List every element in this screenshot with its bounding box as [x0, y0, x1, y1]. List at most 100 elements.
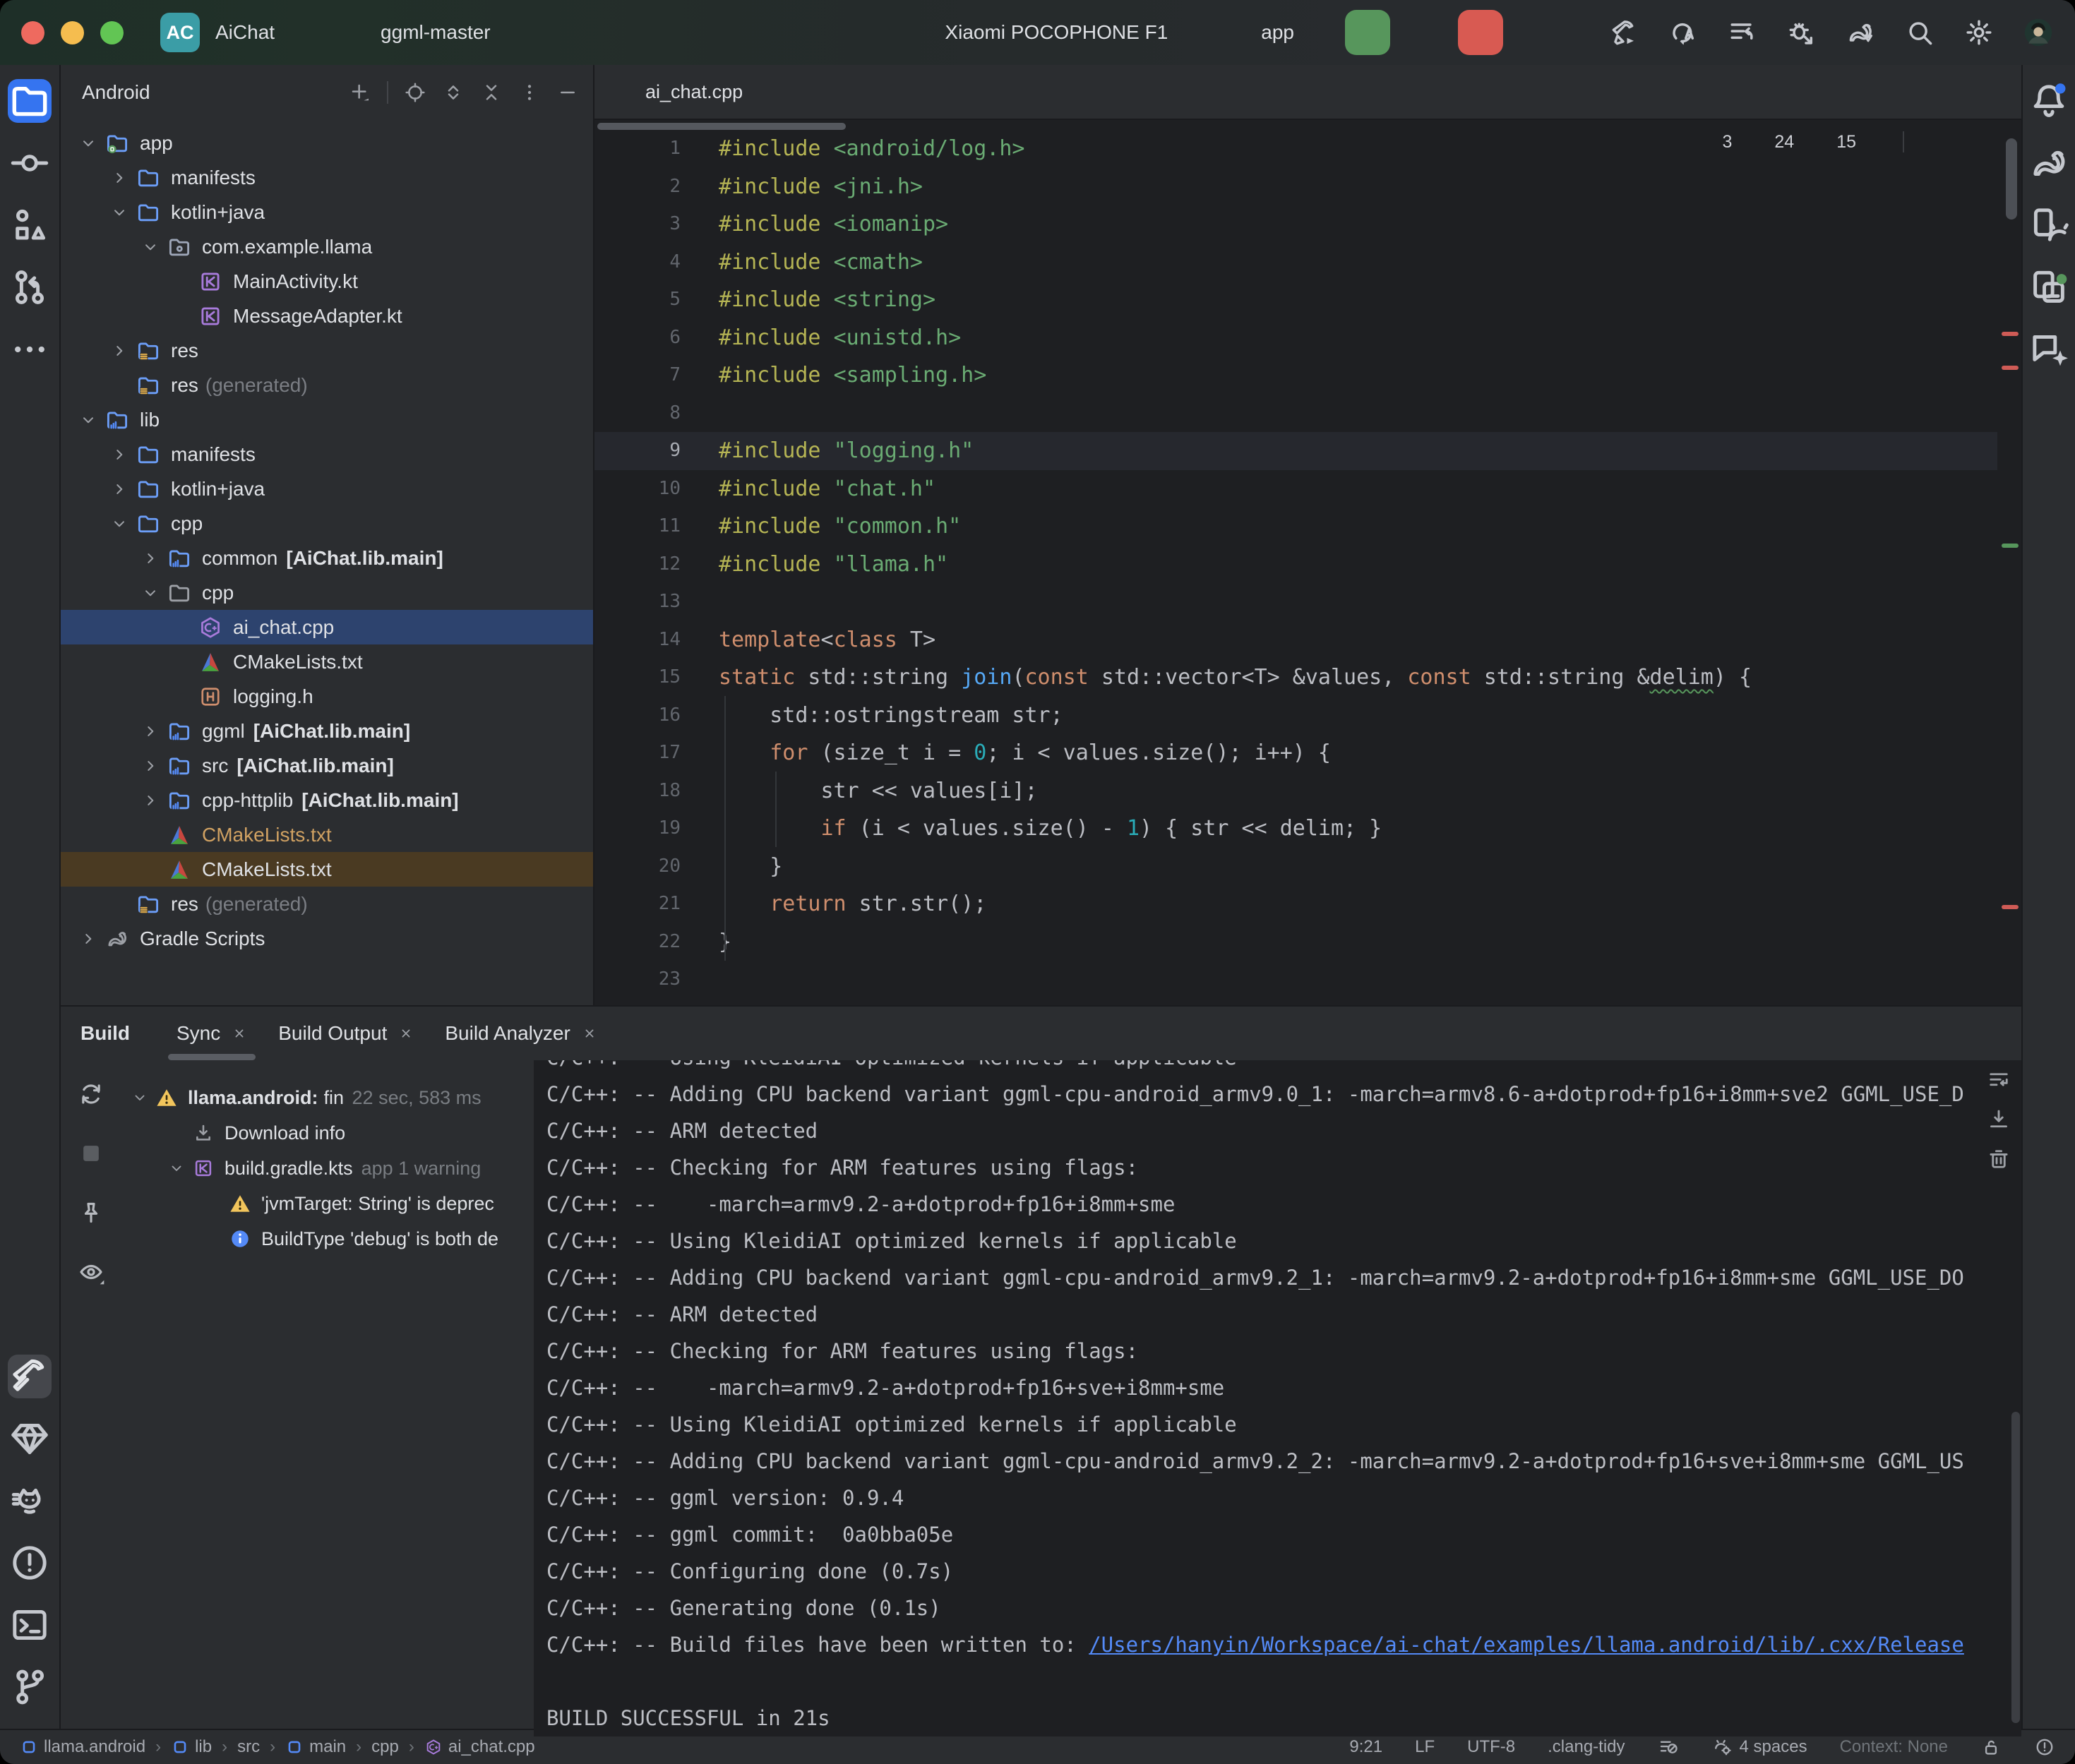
chevron-right-icon[interactable] [136, 791, 165, 810]
app-insights-tool-button[interactable] [8, 1417, 52, 1460]
tree-item-res[interactable]: res(generated) [61, 887, 593, 921]
status-widget[interactable] [1658, 1736, 1679, 1758]
chevron-down-icon[interactable] [104, 515, 134, 533]
build-run-button[interactable] [1608, 17, 1639, 48]
tree-item-kotlin-java[interactable]: kotlin+java [61, 195, 593, 229]
tree-item-cmakelists-txt[interactable]: CMakeLists.txt [61, 817, 593, 852]
tree-item-cmakelists-txt[interactable]: CMakeLists.txt [61, 852, 593, 887]
chevron-down-icon[interactable] [73, 411, 103, 429]
editor-scrollbar[interactable] [1997, 120, 2021, 1005]
eye-button[interactable] [77, 1258, 105, 1286]
locate-icon[interactable] [404, 81, 426, 104]
build-tab-build-output[interactable]: Build Output [263, 1007, 429, 1060]
notifications-tool-button[interactable] [2027, 79, 2071, 123]
commit-tool-button[interactable] [8, 141, 52, 185]
scroll-to-end-button[interactable] [1986, 1107, 2011, 1132]
minimize-window-button[interactable] [61, 21, 84, 44]
chevron-down-icon[interactable] [162, 1160, 191, 1177]
status-widget-lf[interactable]: LF [1415, 1737, 1435, 1757]
tree-item-app[interactable]: app [61, 126, 593, 160]
tree-item-kotlin-java[interactable]: kotlin+java [61, 472, 593, 506]
close-icon[interactable] [753, 84, 768, 100]
chevron-down-icon[interactable] [104, 203, 134, 222]
chevron-right-icon[interactable] [136, 757, 165, 775]
hide-icon[interactable] [556, 81, 579, 104]
close-icon[interactable] [582, 1026, 597, 1041]
tree-item-ai-chat-cpp[interactable]: ai_chat.cpp [61, 610, 593, 644]
breadcrumb-item[interactable]: main [285, 1737, 346, 1757]
chevron-right-icon[interactable] [73, 930, 103, 948]
chevron-right-icon[interactable] [104, 169, 134, 187]
build-tab-build-analyzer[interactable]: Build Analyzer [429, 1007, 612, 1060]
breadcrumb-item[interactable]: cpp [371, 1737, 399, 1757]
chevron-down-icon[interactable] [136, 584, 165, 602]
chevron-down-icon[interactable] [136, 238, 165, 256]
tree-item-messageadapter-kt[interactable]: MessageAdapter.kt [61, 299, 593, 333]
tree-item-logging-h[interactable]: logging.h [61, 679, 593, 714]
tree-item-common[interactable]: common[AiChat.lib.main] [61, 541, 593, 575]
status-widget-context-none[interactable]: Context: None [1840, 1737, 1948, 1757]
chevron-right-icon[interactable] [104, 342, 134, 360]
editor-tab-ai-chat-cpp[interactable]: ai_chat.cpp [594, 65, 785, 119]
gradle-sync-button[interactable] [1845, 17, 1876, 48]
console-scrollbar-thumb[interactable] [2011, 1412, 2020, 1723]
chevron-right-icon[interactable] [104, 480, 134, 498]
status-widget-utf-8[interactable]: UTF-8 [1467, 1737, 1515, 1757]
profiler-button[interactable] [1726, 17, 1757, 48]
tree-item-cpp-httplib[interactable]: cpp-httplib[AiChat.lib.main] [61, 783, 593, 817]
project-view-selector[interactable]: Android [82, 81, 150, 104]
status-widget-9-21[interactable]: 9:21 [1349, 1737, 1382, 1757]
rerun-button[interactable] [77, 1080, 105, 1108]
tree-item-src[interactable]: src[AiChat.lib.main] [61, 748, 593, 783]
tree-item-cpp[interactable]: cpp [61, 506, 593, 541]
tree-item-res[interactable]: res(generated) [61, 368, 593, 402]
settings-button[interactable] [1963, 17, 1995, 48]
gemini-tool-button[interactable] [2027, 328, 2071, 371]
attach-debugger-button[interactable] [1786, 17, 1817, 48]
pin-button[interactable] [77, 1199, 105, 1227]
tree-item-com-example-llama[interactable]: com.example.llama [61, 229, 593, 264]
code-text[interactable]: #include <android/log.h>#include <jni.h>… [700, 120, 1997, 1005]
apply-changes-button[interactable] [1667, 17, 1698, 48]
build-tree-item[interactable]: Download info [121, 1115, 534, 1151]
soft-wrap-button[interactable] [1986, 1067, 2011, 1093]
build-tree-item[interactable]: BuildType 'debug' is both de [121, 1221, 534, 1256]
rerun-app-button[interactable] [1345, 10, 1390, 55]
tree-item-cmakelists-txt[interactable]: CMakeLists.txt [61, 644, 593, 679]
project-selector[interactable]: AiChat [211, 20, 304, 44]
build-output-path-link[interactable]: /Users/hanyin/Workspace/ai-chat/examples… [1089, 1633, 1964, 1657]
zoom-window-button[interactable] [100, 21, 124, 44]
options-kebab-icon[interactable] [1935, 1022, 1958, 1045]
tree-item-res[interactable]: res [61, 333, 593, 368]
breadcrumb-item[interactable]: src [237, 1737, 260, 1757]
tree-item-mainactivity-kt[interactable]: MainActivity.kt [61, 264, 593, 299]
stop-gray-button[interactable] [77, 1139, 105, 1168]
close-icon[interactable] [232, 1026, 247, 1041]
device-manager-tool-button[interactable] [2027, 203, 2071, 247]
debug-app-button[interactable] [1411, 23, 1437, 42]
hide-panel-icon[interactable] [1979, 1022, 2002, 1045]
chevron-right-icon[interactable] [136, 722, 165, 740]
expand-all-icon[interactable] [442, 81, 465, 104]
prev-problem-icon[interactable] [1870, 132, 1890, 152]
build-tab-sync[interactable]: Sync [161, 1007, 263, 1060]
chevron-right-icon[interactable] [104, 445, 134, 464]
logcat-tool-button[interactable] [8, 1479, 52, 1523]
breadcrumb-item[interactable]: lib [171, 1737, 212, 1757]
clear-all-button[interactable] [1986, 1146, 2011, 1172]
version-control-tool-button[interactable] [8, 1665, 52, 1709]
close-window-button[interactable] [21, 21, 44, 44]
vcs-branch-selector[interactable]: ggml-master [344, 20, 520, 45]
status-widget[interactable] [2034, 1736, 2055, 1758]
run-configuration-selector[interactable]: app [1219, 17, 1324, 48]
build-tree-item[interactable]: llama.android:finished22 sec, 583 ms [121, 1080, 534, 1115]
close-icon[interactable] [398, 1026, 414, 1041]
build-tree-item[interactable]: 'jvmTarget: String' is deprec [121, 1186, 534, 1221]
search-button[interactable] [1904, 17, 1935, 48]
build-console[interactable]: C/C++: -- Using KleidiAI optimized kerne… [534, 1060, 2021, 1736]
tree-item-manifests[interactable]: manifests [61, 437, 593, 472]
chevron-down-icon[interactable] [73, 134, 103, 152]
more-tool-button[interactable] [8, 328, 52, 371]
status-widget[interactable] [1980, 1736, 2002, 1758]
tree-item-gradle-scripts[interactable]: Gradle Scripts [61, 921, 593, 956]
